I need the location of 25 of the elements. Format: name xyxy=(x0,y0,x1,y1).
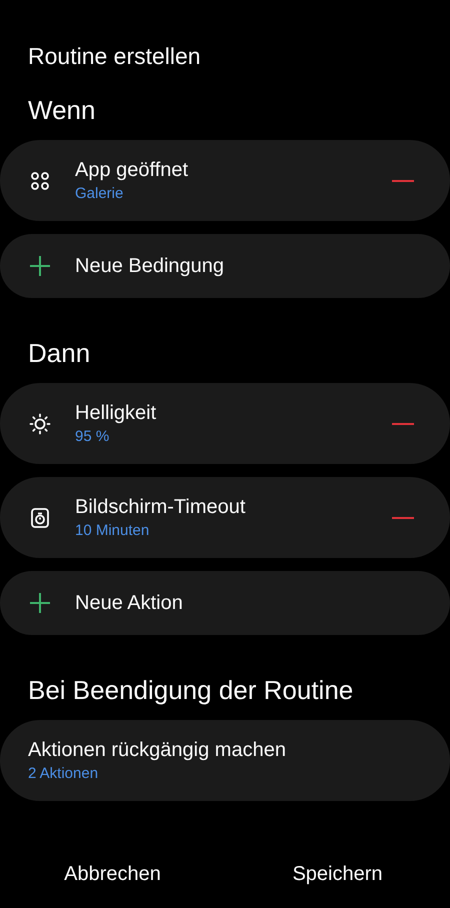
item-title: Helligkeit xyxy=(75,402,158,425)
page-title: Routine erstellen xyxy=(27,42,202,71)
section-heading: Dann xyxy=(28,338,92,370)
apps-icon xyxy=(30,170,50,190)
timer-icon xyxy=(30,506,50,528)
condition-card[interactable]: Bildschirm-Timeout 10 Minuten xyxy=(0,477,450,558)
condition-card[interactable]: App geöffnet Galerie xyxy=(0,140,450,221)
plus-icon xyxy=(28,254,52,278)
condition-card[interactable]: Aktionen rückgängig machen 2 Aktionen xyxy=(0,720,450,801)
footer-button[interactable]: Abbrechen xyxy=(0,855,225,893)
plus-icon xyxy=(28,591,52,615)
item-value: Galerie xyxy=(75,185,124,202)
condition-card[interactable]: Helligkeit 95 % xyxy=(0,383,450,464)
item-value: 10 Minuten xyxy=(75,522,150,539)
add-button[interactable]: Neue Bedingung xyxy=(0,234,450,298)
item-value: 95 % xyxy=(75,428,110,445)
item-value: 2 Aktionen xyxy=(28,765,100,782)
section-heading: Wenn xyxy=(28,95,96,127)
item-title: Bildschirm-Timeout xyxy=(75,496,246,519)
item-title: Aktionen rückgängig machen xyxy=(28,739,287,762)
item-title: App geöffnet xyxy=(75,159,190,182)
add-button[interactable]: Neue Aktion xyxy=(0,571,450,635)
section-heading: Bei Beendigung der Routine xyxy=(28,675,354,707)
sun-icon xyxy=(29,412,51,434)
footer-button[interactable]: Speichern xyxy=(225,855,450,893)
